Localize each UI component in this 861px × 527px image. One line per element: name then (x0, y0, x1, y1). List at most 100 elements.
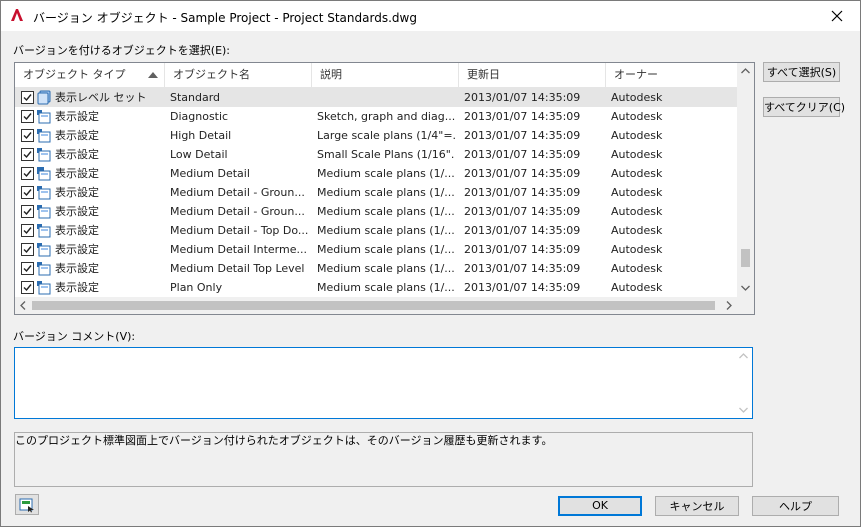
help-button[interactable]: ヘルプ (752, 496, 839, 516)
settings-button[interactable] (15, 494, 39, 515)
table-row[interactable]: 表示設定 Medium Detail Medium scale plans (1/.… (15, 164, 737, 183)
cell-date: 2013/01/07 14:35:09 (464, 262, 581, 275)
comment-scrollbar[interactable] (735, 348, 752, 418)
cell-owner: Autodesk (611, 281, 663, 294)
cell-type: 表示設定 (55, 110, 99, 123)
scroll-down-icon[interactable] (741, 285, 750, 291)
comment-scroll-down-icon[interactable] (739, 407, 748, 413)
display-config-icon (36, 109, 52, 124)
title-bar: バージョン オブジェクト - Sample Project - Project … (1, 1, 860, 31)
cell-type: 表示設定 (55, 281, 99, 294)
table-row[interactable]: 表示設定 High Detail Large scale plans (1/4"=.… (15, 126, 737, 145)
version-comment-textarea[interactable] (14, 347, 753, 419)
cell-owner: Autodesk (611, 262, 663, 275)
row-checkbox[interactable] (21, 186, 34, 199)
cell-date: 2013/01/07 14:35:09 (464, 243, 581, 256)
display-config-icon (36, 223, 52, 238)
table-row[interactable]: 表示設定 Low Detail Small Scale Plans (1/16"..… (15, 145, 737, 164)
scroll-up-icon[interactable] (741, 68, 750, 74)
display-config-default-icon (36, 166, 52, 181)
row-checkbox[interactable] (21, 148, 34, 161)
scrollbar-corner (737, 297, 754, 314)
checkmark-icon (23, 94, 32, 102)
cell-owner: Autodesk (611, 129, 663, 142)
display-config-icon (36, 147, 52, 162)
table-row[interactable]: 表示設定 Medium Detail - Top Do... Medium scal… (15, 221, 737, 240)
horizontal-scrollbar[interactable] (15, 297, 737, 314)
cancel-button[interactable]: キャンセル (655, 496, 739, 516)
cell-type: 表示設定 (55, 129, 99, 142)
row-checkbox[interactable] (21, 243, 34, 256)
table-row[interactable]: 表示レベル セット Standard 2013/01/07 14:35:09 Auto… (15, 88, 737, 107)
column-header-object-name[interactable]: オブジェクト名 (165, 63, 312, 87)
cell-type: 表示設定 (55, 186, 99, 199)
checkmark-icon (23, 189, 32, 197)
cell-name: Medium Detail - Groun... (170, 186, 305, 199)
display-config-icon (36, 261, 52, 276)
cell-name: Medium Detail (170, 167, 250, 180)
cell-date: 2013/01/07 14:35:09 (464, 186, 581, 199)
cell-desc: Medium scale plans (1/... (317, 281, 455, 294)
cell-name: Medium Detail - Groun... (170, 205, 305, 218)
checkmark-icon (23, 265, 32, 273)
row-checkbox[interactable] (21, 167, 34, 180)
cell-owner: Autodesk (611, 224, 663, 237)
cell-owner: Autodesk (611, 243, 663, 256)
row-checkbox[interactable] (21, 91, 34, 104)
table-row[interactable]: 表示設定 Plan Only Medium scale plans (1/... 20… (15, 278, 737, 297)
row-checkbox[interactable] (21, 129, 34, 142)
table-row[interactable]: 表示設定 Medium Detail - Groun... Medium scale… (15, 202, 737, 221)
scroll-left-icon[interactable] (20, 301, 26, 310)
cell-desc: Small Scale Plans (1/16"... (317, 148, 455, 161)
table-row[interactable]: 表示設定 Medium Detail Interme... Medium scale… (15, 240, 737, 259)
cell-date: 2013/01/07 14:35:09 (464, 281, 581, 294)
cell-type: 表示設定 (55, 224, 99, 237)
cell-date: 2013/01/07 14:35:09 (464, 167, 581, 180)
column-header-updated-date[interactable]: 更新日 (459, 63, 606, 87)
scroll-right-icon[interactable] (726, 301, 732, 310)
table-row[interactable]: 表示設定 Diagnostic Sketch, graph and diag... 2… (15, 107, 737, 126)
cell-name: Plan Only (170, 281, 223, 294)
row-checkbox[interactable] (21, 224, 34, 237)
select-all-button[interactable]: すべて選択(S) (763, 62, 840, 82)
row-checkbox[interactable] (21, 110, 34, 123)
checkmark-icon (23, 132, 32, 140)
row-checkbox[interactable] (21, 281, 34, 294)
row-checkbox[interactable] (21, 205, 34, 218)
row-checkbox[interactable] (21, 262, 34, 275)
cell-owner: Autodesk (611, 186, 663, 199)
close-icon (831, 10, 843, 22)
column-header-description[interactable]: 説明 (312, 63, 459, 87)
cell-type: 表示設定 (55, 148, 99, 161)
column-header-object-type[interactable]: オブジェクト タイプ (15, 63, 165, 87)
cell-desc: Medium scale plans (1/... (317, 243, 455, 256)
vertical-scrollbar[interactable] (737, 63, 754, 297)
cell-type: 表示設定 (55, 243, 99, 256)
table-row[interactable]: 表示設定 Medium Detail Top Level Medium scale … (15, 259, 737, 278)
checkmark-icon (23, 170, 32, 178)
cell-name: Medium Detail Top Level (170, 262, 305, 275)
cell-desc: Medium scale plans (1/... (317, 262, 455, 275)
display-config-icon (36, 204, 52, 219)
window-title: バージョン オブジェクト - Sample Project - Project … (33, 11, 417, 25)
checkmark-icon (23, 208, 32, 216)
column-header-owner[interactable]: オーナー (606, 63, 737, 87)
cell-name: Standard (170, 91, 221, 104)
object-list[interactable]: オブジェクト タイプ オブジェクト名 説明 更新日 オーナー 表示レベル セット… (14, 62, 755, 315)
cell-type: 表示設定 (55, 167, 99, 180)
checkmark-icon (23, 151, 32, 159)
close-button[interactable] (814, 1, 860, 31)
cell-date: 2013/01/07 14:35:09 (464, 91, 581, 104)
cell-date: 2013/01/07 14:35:09 (464, 129, 581, 142)
table-row[interactable]: 表示設定 Medium Detail - Groun... Medium scale… (15, 183, 737, 202)
comment-scroll-up-icon[interactable] (739, 353, 748, 359)
sort-ascending-icon (148, 72, 158, 78)
vertical-scroll-thumb[interactable] (741, 249, 750, 267)
display-manager-icon (19, 498, 34, 513)
cell-date: 2013/01/07 14:35:09 (464, 205, 581, 218)
horizontal-scroll-thumb[interactable] (32, 301, 715, 310)
clear-all-button[interactable]: すべてクリア(C) (763, 97, 845, 117)
checkmark-icon (23, 284, 32, 292)
ok-button[interactable]: OK (558, 496, 642, 516)
list-header: オブジェクト タイプ オブジェクト名 説明 更新日 オーナー (15, 63, 737, 88)
